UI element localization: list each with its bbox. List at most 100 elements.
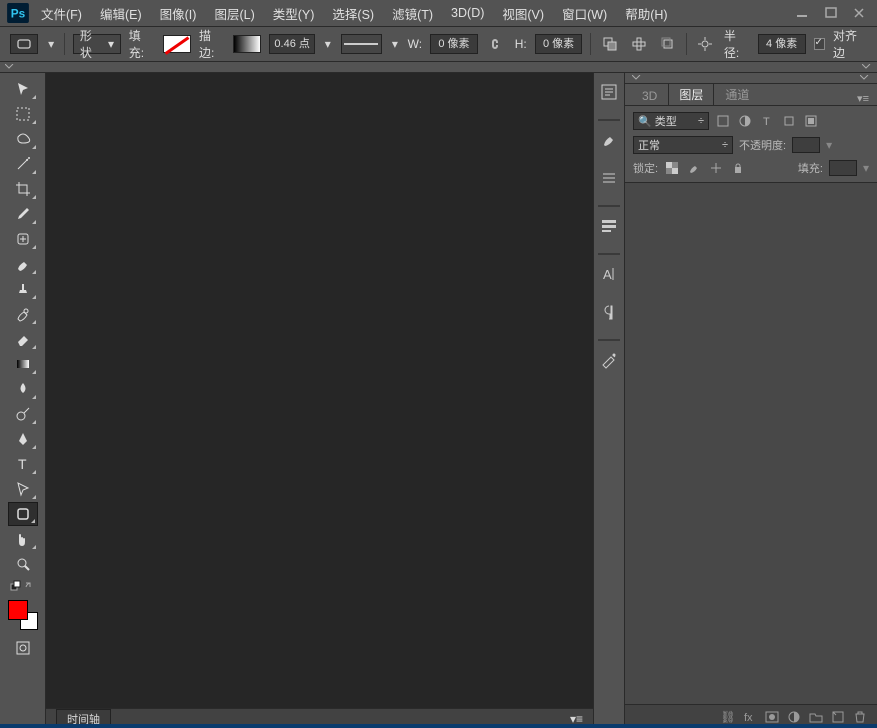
quick-mask-icon[interactable] [8,636,38,660]
panel-icon-history[interactable] [596,77,622,107]
expand-right-icon[interactable] [861,62,873,72]
expand-left-icon[interactable] [4,62,16,72]
layer-style-icon[interactable]: fx [741,709,759,725]
lasso-tool[interactable] [8,127,38,151]
panel-icon-brush-presets[interactable] [596,163,622,193]
tool-preset-caret-icon[interactable]: ▾ [46,37,55,51]
color-swatches[interactable] [6,598,40,632]
radius-input[interactable]: 4 像素 [758,34,806,54]
pen-tool[interactable] [8,427,38,451]
history-brush-tool[interactable] [8,302,38,326]
fill-opacity-input[interactable] [829,160,857,176]
filter-shape-icon[interactable] [781,113,797,129]
svg-text:Ps: Ps [11,7,26,21]
path-align-icon[interactable] [628,34,649,54]
delete-layer-icon[interactable] [851,709,869,725]
tab-3d[interactable]: 3D [631,86,668,105]
menu-help[interactable]: 帮助(H) [616,4,676,23]
panel-menu-icon[interactable]: ▾≡ [857,92,871,105]
new-layer-icon[interactable] [829,709,847,725]
gradient-tool[interactable] [8,352,38,376]
fill-swatch[interactable] [163,35,191,53]
clone-stamp-tool[interactable] [8,277,38,301]
menu-select[interactable]: 选择(S) [323,4,383,23]
opacity-input[interactable] [792,137,820,153]
lock-pixels-icon[interactable] [686,160,702,176]
align-edges-checkbox[interactable] [814,38,825,50]
brush-tool[interactable] [8,252,38,276]
move-tool[interactable] [8,77,38,101]
filter-smart-icon[interactable] [803,113,819,129]
eyedropper-tool[interactable] [8,202,38,226]
stroke-style-icon[interactable] [341,34,383,54]
healing-brush-tool[interactable] [8,227,38,251]
maximize-button[interactable] [817,3,845,23]
magic-wand-tool[interactable] [8,152,38,176]
close-button[interactable] [845,3,873,23]
tool-preset-icon[interactable] [10,34,38,54]
width-label: W: [408,37,422,51]
window-controls [789,3,873,23]
menu-filter[interactable]: 滤镜(T) [383,4,442,23]
adjustment-layer-icon[interactable] [785,709,803,725]
panel-icon-brushes[interactable] [596,125,622,155]
right-panel: 3D 图层 通道 ▾≡ 🔍 类型÷ T 正常÷ 不透明度: [625,73,877,728]
height-input[interactable]: 0 像素 [535,34,583,54]
lock-position-icon[interactable] [708,160,724,176]
width-input[interactable]: 0 像素 [430,34,478,54]
blur-tool[interactable] [8,377,38,401]
menu-edit[interactable]: 编辑(E) [91,4,151,23]
layers-panel-header: 🔍 类型÷ T 正常÷ 不透明度: ▾ 锁定: [625,106,877,183]
menu-image[interactable]: 图像(I) [151,4,206,23]
eraser-tool[interactable] [8,327,38,351]
filter-type-icon[interactable]: T [759,113,775,129]
type-tool[interactable]: T [8,452,38,476]
tab-layers[interactable]: 图层 [668,83,714,105]
layer-filter-select[interactable]: 🔍 类型÷ [633,112,709,130]
menu-3d[interactable]: 3D(D) [442,6,493,20]
filter-pixel-icon[interactable] [715,113,731,129]
panel-icon-properties[interactable] [596,345,622,375]
path-selection-tool[interactable] [8,477,38,501]
crop-tool[interactable] [8,177,38,201]
blend-mode-select[interactable]: 正常÷ [633,136,733,154]
panel-icon-character[interactable]: A [596,259,622,289]
stroke-width-input[interactable]: 0.46 点 [269,34,315,54]
link-wh-icon[interactable] [486,34,507,54]
dodge-tool[interactable] [8,402,38,426]
lock-transparent-icon[interactable] [664,160,680,176]
opacity-caret-icon[interactable]: ▾ [826,138,832,152]
layer-mask-icon[interactable] [763,709,781,725]
link-layers-icon[interactable]: ⛓ [719,709,737,725]
stroke-swatch[interactable] [233,35,261,53]
menu-file[interactable]: 文件(F) [32,4,91,23]
path-arrange-icon[interactable] [657,34,678,54]
group-icon[interactable] [807,709,825,725]
collapse-right-icon[interactable] [859,73,871,83]
shape-tool[interactable] [8,502,38,526]
menu-type[interactable]: 类型(Y) [264,4,324,23]
shape-mode-select[interactable]: 形状 ▾ [73,34,121,54]
tab-channels[interactable]: 通道 [714,83,760,105]
path-ops-icon[interactable] [599,34,620,54]
collapse-left-icon[interactable] [631,73,643,83]
filter-adjust-icon[interactable] [737,113,753,129]
marquee-tool[interactable] [8,102,38,126]
stroke-style-caret-icon[interactable]: ▾ [390,37,399,51]
panel-icon-paragraph-styles[interactable] [596,211,622,241]
menu-layer[interactable]: 图层(L) [205,4,263,23]
swap-colors-icon[interactable] [8,577,38,593]
canvas[interactable] [46,73,593,708]
fill-caret-icon[interactable]: ▾ [863,161,869,175]
stroke-width-caret-icon[interactable]: ▾ [323,37,332,51]
menu-view[interactable]: 视图(V) [493,4,553,23]
hand-tool[interactable] [8,527,38,551]
menu-window[interactable]: 窗口(W) [553,4,616,23]
minimize-button[interactable] [789,3,817,23]
layers-list[interactable] [625,183,877,704]
lock-all-icon[interactable] [730,160,746,176]
zoom-tool[interactable] [8,552,38,576]
foreground-color-swatch[interactable] [8,600,28,620]
gear-icon[interactable] [695,34,716,54]
panel-icon-paragraph[interactable] [596,297,622,327]
